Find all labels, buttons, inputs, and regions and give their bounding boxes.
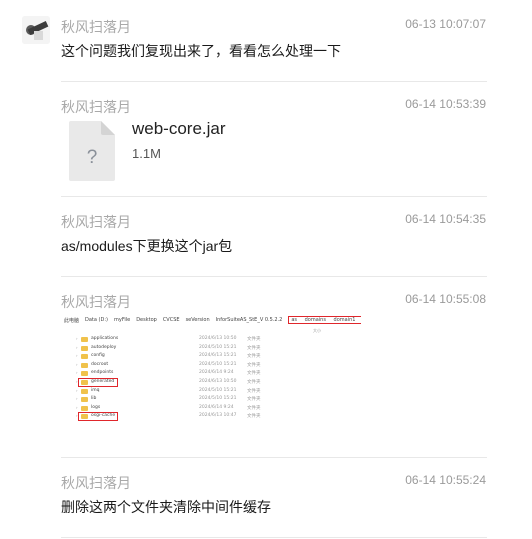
folder-name: config (91, 353, 105, 359)
message-text: 删除这两个文件夹清除中间件缓存 (61, 499, 271, 515)
message-time: 06-13 10:07:07 (405, 17, 486, 31)
avatar-image (22, 16, 50, 44)
folder-icon (81, 354, 88, 360)
breadcrumb-item: as (291, 317, 297, 323)
file-size: 1.1M (132, 146, 161, 161)
folder-row[interactable]: › generated 2024/6/13 10:50 文件夹 (76, 379, 351, 386)
sender-name[interactable]: 秋风扫落月 (61, 292, 131, 312)
expand-icon: › (76, 396, 78, 402)
folder-type: 文件夹 (247, 354, 261, 360)
column-size: 大小 (313, 328, 321, 333)
breadcrumb-item: domain1 (333, 317, 356, 323)
folder-type: 文件夹 (247, 380, 261, 385)
unknown-file-icon: ? (69, 121, 115, 181)
folder-row[interactable]: › imq 2024/5/10 15:21 文件夹 (76, 387, 351, 395)
screenshot-image[interactable]: 此电脑 Data (D:) myFile Desktop CVCSE seVer… (61, 313, 361, 431)
chat-message: 秋风扫落月 06-14 10:53:39 ? web-core.jar 1.1M (61, 97, 486, 187)
svg-text:?: ? (87, 147, 98, 168)
expand-icon: › (76, 361, 78, 367)
breadcrumb-item: Data (D:) (85, 317, 108, 323)
message-time: 06-14 10:54:35 (405, 212, 486, 226)
breadcrumb-item: 此电脑 (64, 317, 80, 324)
folder-icon (81, 362, 88, 368)
message-time: 06-14 10:55:08 (405, 292, 486, 306)
folder-row[interactable]: › logs 2024/6/14 9:24 文件夹 (76, 404, 351, 412)
breadcrumb-item: myFile (113, 317, 131, 323)
expand-icon: › (76, 404, 78, 410)
expand-icon: › (76, 336, 78, 341)
chat-message: 秋风扫落月 06-14 10:55:08 此电脑 Data (D:) myFil… (61, 292, 486, 442)
expand-icon: › (76, 353, 78, 359)
folder-row[interactable]: › lib 2024/5/10 15:21 文件夹 (76, 396, 351, 403)
expand-icon: › (76, 370, 78, 376)
message-divider (61, 81, 487, 82)
folder-date: 2024/5/10 15:21 (199, 344, 237, 350)
message-divider (61, 276, 487, 277)
folder-icon (81, 388, 88, 394)
folder-name: applications (91, 336, 119, 341)
folder-date: 2024/5/10 15:21 (199, 387, 237, 393)
folder-type: 文件夹 (247, 388, 261, 394)
message-text: 这个问题我们复现出来了，看看怎么处理一下 (61, 43, 341, 59)
folder-name: lib (91, 396, 97, 402)
file-name: web-core.jar (132, 119, 226, 138)
folder-icon (81, 345, 88, 351)
folder-date: 2024/6/14 9:24 (199, 370, 234, 376)
message-divider (61, 457, 487, 458)
folder-icon (81, 337, 88, 342)
highlight-box (78, 378, 118, 387)
breadcrumb-item: CVCSE (162, 317, 180, 323)
folder-date: 2024/5/10 15:21 (199, 396, 237, 402)
folder-row[interactable]: › docroot 2024/5/10 15:21 文件夹 (76, 361, 351, 369)
folder-name: logs (91, 404, 101, 410)
folder-name: endpoints (91, 370, 114, 376)
explorer-breadcrumb: 此电脑 Data (D:) myFile Desktop CVCSE seVer… (64, 314, 361, 326)
folder-type: 文件夹 (247, 414, 261, 420)
folder-row[interactable]: › endpoints 2024/6/14 9:24 文件夹 (76, 370, 351, 377)
folder-date: 2024/6/13 10:50 (199, 336, 237, 341)
sender-name[interactable]: 秋风扫落月 (61, 473, 131, 493)
avatar[interactable] (22, 16, 50, 44)
folder-name: docroot (91, 361, 109, 367)
folder-name: autodeploy (91, 344, 117, 350)
expand-icon: › (76, 387, 78, 393)
folder-type: 文件夹 (247, 371, 261, 377)
folder-icon (81, 397, 88, 403)
folder-icon (81, 371, 88, 377)
chat-message: 秋风扫落月 06-14 10:55:24 删除这两个文件夹清除中间件缓存 (61, 473, 486, 523)
message-text: as/modules下更换这个jar包 (61, 238, 233, 254)
folder-date: 2024/6/14 9:24 (199, 404, 234, 410)
message-divider (61, 537, 487, 538)
folder-row[interactable]: › autodeploy 2024/5/10 15:21 文件夹 (76, 344, 351, 352)
expand-icon: › (76, 344, 78, 350)
highlighted-path: as domains domain1 (288, 316, 361, 324)
folder-date: 2024/6/13 10:47 (199, 413, 237, 419)
folder-type: 文件夹 (247, 337, 261, 342)
folder-date: 2024/5/10 15:21 (199, 361, 237, 367)
breadcrumb-item: seVersion (185, 317, 210, 323)
message-divider (61, 196, 487, 197)
sender-name[interactable]: 秋风扫落月 (61, 97, 131, 117)
message-time: 06-14 10:53:39 (405, 97, 486, 111)
folder-row[interactable]: › osgi-cache 2024/6/13 10:47 文件夹 (76, 413, 351, 420)
chat-message: 秋风扫落月 06-13 10:07:07 这个问题我们复现出来了，看看怎么处理一… (61, 17, 486, 67)
breadcrumb-item: Desktop (136, 317, 157, 323)
breadcrumb-item: domains (304, 317, 326, 323)
chat-message: 秋风扫落月 06-14 10:54:35 as/modules下更换这个jar包 (61, 212, 486, 262)
folder-date: 2024/6/13 15:21 (199, 353, 237, 359)
breadcrumb-item: InforSuiteAS_StE_V 0.5.2.2 (215, 317, 283, 323)
folder-type: 文件夹 (247, 405, 261, 411)
folder-row[interactable]: › config 2024/6/13 15:21 文件夹 (76, 353, 351, 360)
folder-type: 文件夹 (247, 362, 261, 368)
folder-row[interactable]: › applications 2024/6/13 10:50 文件夹 (76, 336, 351, 343)
folder-type: 文件夹 (247, 397, 261, 403)
highlight-box (78, 412, 118, 422)
folder-name: imq (91, 387, 100, 393)
folder-icon (81, 405, 88, 411)
folder-type: 文件夹 (247, 345, 261, 351)
sender-name[interactable]: 秋风扫落月 (61, 17, 131, 37)
message-time: 06-14 10:55:24 (405, 473, 486, 487)
sender-name[interactable]: 秋风扫落月 (61, 212, 131, 232)
folder-date: 2024/6/13 10:50 (199, 379, 237, 384)
